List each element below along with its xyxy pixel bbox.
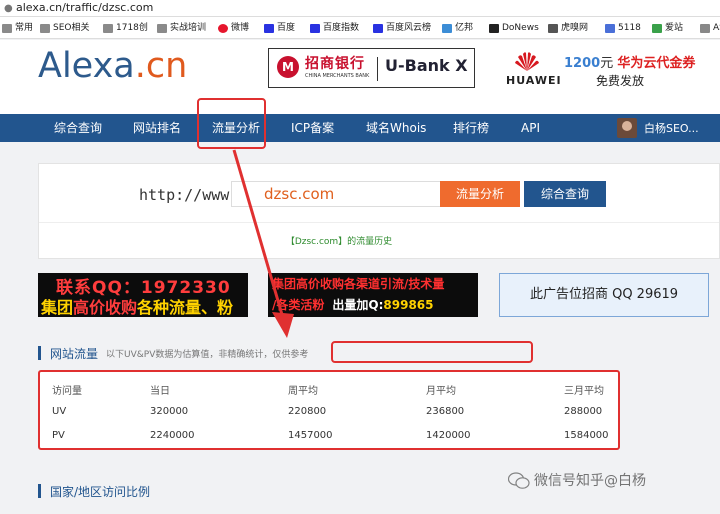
divider xyxy=(377,57,378,81)
bank-name: 招商银行 xyxy=(305,56,365,72)
group-purchase-ad[interactable]: 集团高价收购各渠道引流/技术量 /各类活粉 出量加Q:899865 xyxy=(268,273,478,317)
nav-icp-filing[interactable]: ICP备案 xyxy=(291,114,334,142)
cmb-logo-icon: M xyxy=(277,56,299,78)
bookmark-item[interactable]: SEO相关 xyxy=(40,21,89,35)
qq-contact-ad[interactable]: 联系QQ：1972330 集团高价收购各种流量、粉 xyxy=(38,273,248,317)
huawei-promo-sub: 免费发放 xyxy=(596,74,645,88)
alexa-logo[interactable]: Alexa.cn xyxy=(38,46,187,86)
bookmark-item[interactable]: DoNews xyxy=(489,21,539,35)
traffic-analysis-button[interactable]: 流量分析 xyxy=(440,181,520,207)
domain-input[interactable]: dzsc.com xyxy=(231,181,471,207)
nav-api[interactable]: API xyxy=(521,114,540,142)
traffic-section-title: 网站流量 以下UV&PV数据为估算值，非精确统计，仅供参考 xyxy=(38,344,308,362)
main-nav: 综合查询 网站排名 流量分析 ICP备案 域名Whois 排行榜 API 白杨S… xyxy=(0,114,720,142)
bookmark-item[interactable]: 爱站 xyxy=(652,21,683,35)
bookmark-item[interactable]: 1718创 xyxy=(103,21,148,35)
folder-icon xyxy=(2,23,12,33)
cmb-banner-ad[interactable]: M 招商银行 CHINA MERCHANTS BANK U-Bank X xyxy=(268,48,475,88)
weibo-icon xyxy=(218,23,228,33)
user-menu[interactable]: 白杨SEO... xyxy=(617,118,699,138)
bookmark-item[interactable]: 微博 xyxy=(218,21,249,35)
comprehensive-query-button[interactable]: 综合查询 xyxy=(524,181,606,207)
section-marker xyxy=(38,346,41,360)
wechat-icon xyxy=(508,472,530,489)
estimate-note: 以下UV&PV数据为估算值，非精确统计，仅供参考 xyxy=(106,349,309,360)
bookmark-item[interactable]: 实战培训 xyxy=(157,21,206,35)
folder-icon xyxy=(157,23,167,33)
ad-slot-banner[interactable]: 此广告位招商 QQ 29619 xyxy=(499,273,709,317)
nav-leaderboard[interactable]: 排行榜 xyxy=(453,114,489,142)
bookmark-item[interactable]: AS xyxy=(700,21,720,35)
bank-en-name: CHINA MERCHANTS BANK xyxy=(305,73,370,79)
huawei-brand: HUAWEI xyxy=(506,74,562,87)
user-name: 白杨SEO... xyxy=(644,122,699,135)
section-marker xyxy=(38,484,41,498)
huxiu-icon xyxy=(548,23,558,33)
bank-product: U-Bank X xyxy=(385,56,468,75)
search-panel: http://www. dzsc.com 流量分析 综合查询 【Dzsc.com… xyxy=(38,163,720,259)
bookmarks-bar: 常用 SEO相关 1718创 实战培训 微博 百度 百度指数 百度风云榜 亿邦 … xyxy=(0,17,720,39)
nav-whois[interactable]: 域名Whois xyxy=(366,114,426,142)
url-text[interactable]: alexa.cn/traffic/dzsc.com xyxy=(16,0,153,16)
bookmark-item[interactable]: 百度指数 xyxy=(310,21,359,35)
watermark: 微信号知乎@白杨 xyxy=(508,470,646,490)
5118-icon xyxy=(605,23,615,33)
folder-icon xyxy=(40,23,50,33)
donews-icon xyxy=(489,23,499,33)
ebrun-icon xyxy=(442,23,452,33)
lock-icon: ● xyxy=(4,3,13,14)
baidu-icon xyxy=(310,23,320,33)
folder-icon xyxy=(103,23,113,33)
region-section-title: 国家/地区访问比例 xyxy=(38,482,150,500)
traffic-history-link[interactable]: 【Dzsc.com】的流量历史 xyxy=(39,234,639,247)
nav-site-ranking[interactable]: 网站排名 xyxy=(133,114,181,142)
avatar xyxy=(617,118,637,138)
huawei-promo: 1200元 华为云代金券 xyxy=(564,56,696,71)
bookmark-item[interactable]: 5118 xyxy=(605,21,641,35)
aizhan-icon xyxy=(652,23,662,33)
bookmark-item[interactable]: 百度 xyxy=(264,21,295,35)
address-bar[interactable]: ● alexa.cn/traffic/dzsc.com xyxy=(0,0,720,17)
url-prefix: http://www. xyxy=(139,186,239,204)
annotation-box-nav xyxy=(197,98,266,149)
traffic-table: 访问量 当日 周平均 月平均 三月平均 UV 320000 220800 236… xyxy=(38,370,620,450)
annotation-box-note xyxy=(331,341,533,363)
huawei-logo-icon xyxy=(515,52,539,71)
baidu-icon xyxy=(373,23,383,33)
huawei-banner-ad[interactable]: HUAWEI 1200元 华为云代金券 免费发放 xyxy=(502,48,702,90)
divider xyxy=(39,222,719,223)
baidu-icon xyxy=(264,23,274,33)
bookmark-item[interactable]: 亿邦 xyxy=(442,21,473,35)
bookmark-item[interactable]: 常用 xyxy=(2,21,33,35)
site-icon xyxy=(700,23,710,33)
bookmark-item[interactable]: 虎嗅网 xyxy=(548,21,588,35)
nav-comprehensive-query[interactable]: 综合查询 xyxy=(54,114,102,142)
site-header: Alexa.cn M 招商银行 CHINA MERCHANTS BANK U-B… xyxy=(0,40,720,114)
bookmark-item[interactable]: 百度风云榜 xyxy=(373,21,431,35)
